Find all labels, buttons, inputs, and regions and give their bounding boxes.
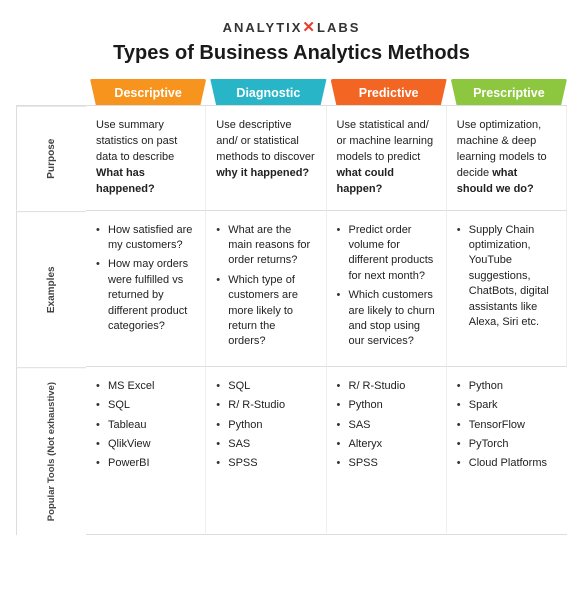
cell-examples-prescriptive: Supply Chain optimization, YouTube sugge…	[447, 211, 567, 367]
col-header-descriptive: Descriptive	[90, 79, 206, 105]
logo: ANALYTIX✕LABS	[16, 18, 567, 36]
row-label-purpose: Purpose	[16, 106, 86, 211]
page: ANALYTIX✕LABS Types of Business Analytic…	[0, 0, 583, 555]
logo-text: ANALYTIX✕LABS	[223, 18, 361, 36]
row-label-examples: Examples	[16, 211, 86, 367]
cell-tools-predictive: R/ R-Studio Python SAS Alteryx SPSS	[327, 367, 447, 535]
cell-purpose-diagnostic: Use descriptive and/ or statistical meth…	[206, 106, 326, 211]
cell-examples-descriptive: How satisfied are my customers? How may …	[86, 211, 206, 367]
cell-tools-diagnostic: SQL R/ R-Studio Python SAS SPSS	[206, 367, 326, 535]
cell-examples-diagnostic: What are the main reasons for order retu…	[206, 211, 326, 367]
header: ANALYTIX✕LABS Types of Business Analytic…	[16, 18, 567, 65]
col-header-diagnostic: Diagnostic	[210, 79, 326, 105]
cell-purpose-descriptive: Use summary statistics on past data to d…	[86, 106, 206, 211]
cell-examples-predictive: Predict order volume for different produ…	[327, 211, 447, 367]
cell-purpose-prescriptive: Use optimization, machine & deep learnin…	[447, 106, 567, 211]
cell-tools-prescriptive: Python Spark TensorFlow PyTorch Cloud Pl…	[447, 367, 567, 535]
col-headers: Descriptive Diagnostic Predictive Prescr…	[16, 79, 567, 105]
logo-x: ✕	[302, 19, 317, 36]
page-title: Types of Business Analytics Methods	[16, 42, 567, 65]
content-table: Purpose Use summary statistics on past d…	[16, 105, 567, 535]
row-label-tools: Popular Tools (Not exhaustive)	[16, 367, 86, 535]
cell-purpose-predictive: Use statistical and/ or machine learning…	[327, 106, 447, 211]
col-header-prescriptive: Prescriptive	[451, 79, 567, 105]
cell-tools-descriptive: MS Excel SQL Tableau QlikView PowerBI	[86, 367, 206, 535]
col-header-predictive: Predictive	[331, 79, 447, 105]
col-header-empty	[16, 79, 86, 105]
